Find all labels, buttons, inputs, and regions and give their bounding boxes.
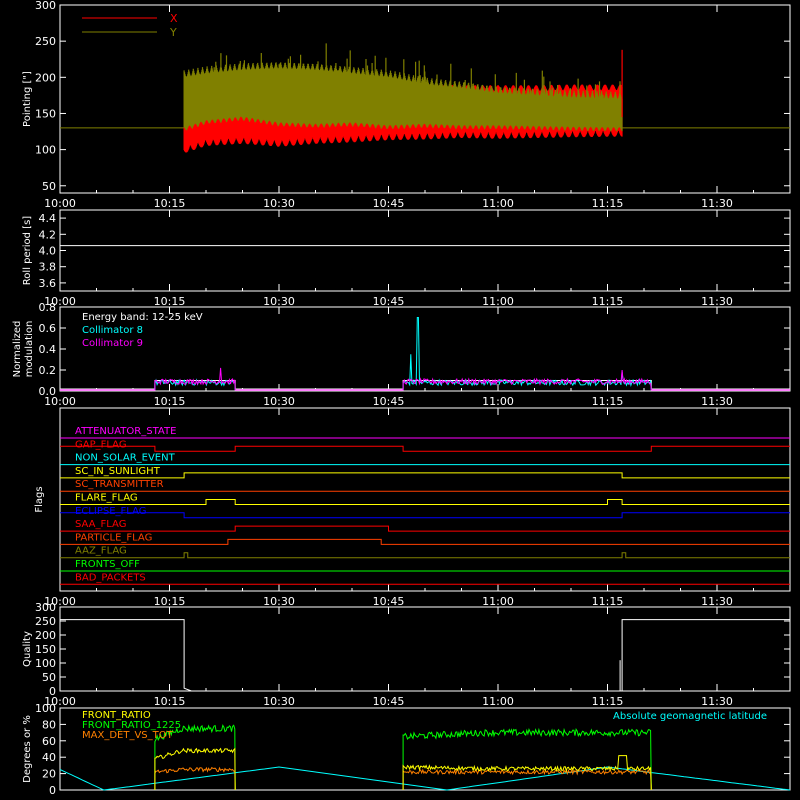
- modulation-xtick-label: 11:30: [701, 395, 733, 408]
- flag-label: FLARE_FLAG: [75, 493, 138, 504]
- flag-label: ATTENUATOR_STATE: [75, 426, 176, 437]
- roll-ylabel: Roll period [s]: [22, 216, 33, 285]
- hessi-quicklook-chart: 5010015020025030010:00 10:15 10:30 10:45 11:…: [0, 0, 800, 800]
- pointing-xtick-label: 11:30: [701, 197, 733, 210]
- pointing-legend-label: Y: [169, 26, 177, 39]
- modulation-ytick-label: 0.2: [39, 364, 57, 377]
- flags-xtick-label: 10:15: [154, 595, 186, 608]
- quality-xtick-label: 10:30: [263, 695, 295, 708]
- roll-xtick-label: 10:30: [263, 295, 295, 308]
- roll-xtick-label: 11:30: [701, 295, 733, 308]
- ratio-ytick-label: 100: [35, 702, 56, 715]
- modulation-xtick-label: 11:00: [482, 395, 514, 408]
- modulation-xtick-label: 10:45: [373, 395, 405, 408]
- flag-label: FRONTS_OFF: [75, 559, 140, 570]
- roll-ytick-label: 4.4: [39, 212, 57, 225]
- roll-ytick-label: 4.0: [39, 245, 57, 258]
- pointing-ytick-label: 200: [35, 71, 56, 84]
- quality-xtick-label: 10:45: [373, 695, 405, 708]
- ratio-ytick-label: 40: [42, 751, 56, 764]
- modulation-ytick-label: 0.4: [39, 343, 57, 356]
- quality-xtick-label: 11:00: [482, 695, 514, 708]
- roll-xtick-label: 10:15: [154, 295, 186, 308]
- flags-xtick-label: 11:00: [482, 595, 514, 608]
- quality-xtick-label: 11:15: [592, 695, 624, 708]
- modulation-ylabel: modulation: [24, 321, 35, 378]
- flag-label: SC_IN_SUNLIGHT: [75, 466, 161, 477]
- flag-label: ECLIPSE_FLAG: [75, 506, 146, 517]
- flags-xtick-label: 10:30: [263, 595, 295, 608]
- pointing-ylabel: Pointing ["]: [22, 71, 33, 127]
- pointing-xtick-label: 10:45: [373, 197, 405, 210]
- roll-xtick-label: 11:15: [592, 295, 624, 308]
- pointing-ytick-label: 150: [35, 107, 56, 120]
- pointing-xtick-label: 10:00: [44, 197, 76, 210]
- flag-label: BAD_PACKETS: [75, 572, 146, 583]
- quality-ylabel: Quality: [22, 631, 33, 667]
- pointing-ytick-label: 50: [42, 180, 56, 193]
- roll-xtick-label: 10:45: [373, 295, 405, 308]
- quality-ytick-label: 100: [35, 657, 56, 670]
- ratio-geomag-label: Absolute geomagnetic latitude: [613, 711, 767, 722]
- roll-ytick-label: 3.8: [39, 261, 57, 274]
- quality-ytick-label: 50: [42, 671, 56, 684]
- flags-xtick-label: 10:45: [373, 595, 405, 608]
- pointing-ytick-label: 250: [35, 35, 56, 48]
- pointing-xtick-label: 10:15: [154, 197, 186, 210]
- roll-xtick-label: 11:00: [482, 295, 514, 308]
- flag-label: SC_TRANSMITTER: [75, 479, 164, 490]
- quality-xtick-label: 11:30: [701, 695, 733, 708]
- modulation-ylabel: Normalized: [12, 321, 23, 378]
- modulation-xtick-label: 10:30: [263, 395, 295, 408]
- flag-label: GAP_FLAG: [75, 439, 127, 450]
- modulation-legend-label: Collimator 9: [82, 338, 143, 349]
- modulation-xtick-label: 11:15: [592, 395, 624, 408]
- flag-label: NON_SOLAR_EVENT: [75, 453, 176, 464]
- flag-label: SAA_FLAG: [75, 519, 126, 530]
- pointing-xtick-label: 11:15: [592, 197, 624, 210]
- roll-ytick-label: 4.2: [39, 228, 57, 241]
- roll-ytick-label: 3.6: [39, 277, 57, 290]
- pointing-xtick-label: 11:00: [482, 197, 514, 210]
- modulation-ytick-label: 0.8: [39, 301, 57, 314]
- quality-ytick-label: 150: [35, 643, 56, 656]
- modulation-xtick-label: 10:15: [154, 395, 186, 408]
- flags-ylabel: Flags: [34, 486, 45, 512]
- ratio-ylabel: Degrees or %: [22, 715, 33, 783]
- ratio-legend-label: MAX_DET_VS_TOT: [82, 730, 174, 741]
- flag-label: AAZ_FLAG: [75, 546, 127, 557]
- ratio-ytick-label: 80: [42, 718, 56, 731]
- pointing-ytick-label: 100: [35, 144, 56, 157]
- modulation-xtick-label: 10:00: [44, 395, 76, 408]
- ratio-ytick-label: 60: [42, 735, 56, 748]
- pointing-legend-label: X: [170, 12, 178, 25]
- ratio-ytick-label: 0: [49, 784, 56, 797]
- pointing-xtick-label: 10:30: [263, 197, 295, 210]
- modulation-ytick-label: 0.6: [39, 322, 57, 335]
- modulation-energy-band: Energy band: 12-25 keV: [82, 312, 203, 323]
- quality-xtick-label: 10:15: [154, 695, 186, 708]
- flags-xtick-label: 11:30: [701, 595, 733, 608]
- flags-xtick-label: 11:15: [592, 595, 624, 608]
- ratio-ytick-label: 20: [42, 768, 56, 781]
- flag-label: PARTICLE_FLAG: [75, 532, 152, 543]
- quality-ytick-label: 300: [35, 601, 56, 614]
- quality-ytick-label: 250: [35, 615, 56, 628]
- modulation-legend-label: Collimator 8: [82, 325, 143, 336]
- quality-ytick-label: 200: [35, 629, 56, 642]
- pointing-ytick-label: 300: [35, 0, 56, 12]
